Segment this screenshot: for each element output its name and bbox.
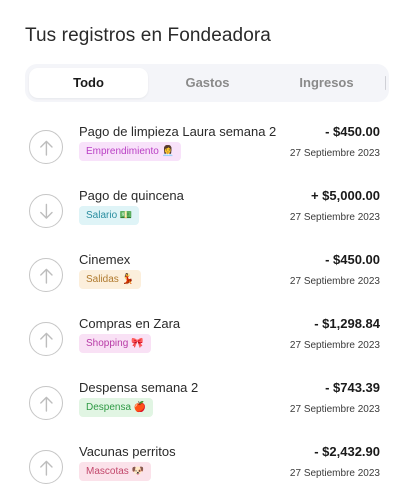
tab-todo[interactable]: Todo: [29, 68, 148, 98]
transaction-name: Vacunas perritos: [79, 444, 176, 459]
transaction-name: Despensa semana 2: [79, 380, 199, 395]
transaction-row[interactable]: Pago de quincena + $5,000.00 Salario 💵 2…: [0, 188, 416, 248]
transaction-row[interactable]: Vacunas perritos - $2,432.90 Mascotas 🐶 …: [0, 444, 416, 504]
arrow-up-icon: [29, 258, 63, 292]
transaction-row[interactable]: Despensa semana 2 - $743.39 Despensa 🍎 2…: [0, 380, 416, 440]
category-badge: Salario 💵: [79, 206, 140, 225]
transaction-date: 27 Septiembre 2023: [289, 148, 380, 159]
transaction-amount: + $5,000.00: [310, 188, 380, 203]
transaction-date: 27 Septiembre 2023: [289, 276, 380, 287]
transaction-date: 27 Septiembre 2023: [289, 212, 380, 223]
transaction-row[interactable]: Compras en Zara - $1,298.84 Shopping 🎀 2…: [0, 316, 416, 376]
transaction-name: Cinemex: [79, 252, 131, 267]
transaction-amount: - $450.00: [325, 252, 380, 267]
arrow-up-icon: [29, 130, 63, 164]
tab-gastos[interactable]: Gastos: [148, 68, 267, 98]
category-badge: Mascotas 🐶: [79, 462, 152, 481]
arrow-down-icon: [29, 194, 63, 228]
page-title: Tus registros en Fondeadora: [25, 25, 271, 46]
transaction-row[interactable]: Cinemex - $450.00 Salidas 💃 27 Septiembr…: [0, 252, 416, 312]
transaction-amount: - $2,432.90: [314, 444, 380, 459]
transaction-amount: - $743.39: [325, 380, 380, 395]
category-badge: Salidas 💃: [79, 270, 142, 289]
category-badge: Shopping 🎀: [79, 334, 151, 353]
arrow-up-icon: [29, 322, 63, 356]
category-badge: Emprendimiento 👩‍💼: [79, 142, 182, 161]
transaction-row[interactable]: Pago de limpieza Laura semana 2 - $450.0…: [0, 124, 416, 184]
transaction-name: Pago de quincena: [79, 188, 184, 203]
category-badge: Despensa 🍎: [79, 398, 154, 417]
filter-tabs: Todo Gastos Ingresos: [25, 64, 389, 102]
transaction-date: 27 Septiembre 2023: [289, 340, 380, 351]
arrow-up-icon: [29, 450, 63, 484]
transaction-date: 27 Septiembre 2023: [289, 404, 380, 415]
transaction-name: Compras en Zara: [79, 316, 181, 331]
transaction-name: Pago de limpieza Laura semana 2: [79, 124, 277, 139]
transaction-amount: - $1,298.84: [314, 316, 380, 331]
arrow-up-icon: [29, 386, 63, 420]
transaction-amount: - $450.00: [325, 124, 380, 139]
tab-ingresos[interactable]: Ingresos: [267, 68, 386, 98]
tabs-scroll-indicator: [384, 76, 386, 90]
transaction-date: 27 Septiembre 2023: [289, 468, 380, 479]
